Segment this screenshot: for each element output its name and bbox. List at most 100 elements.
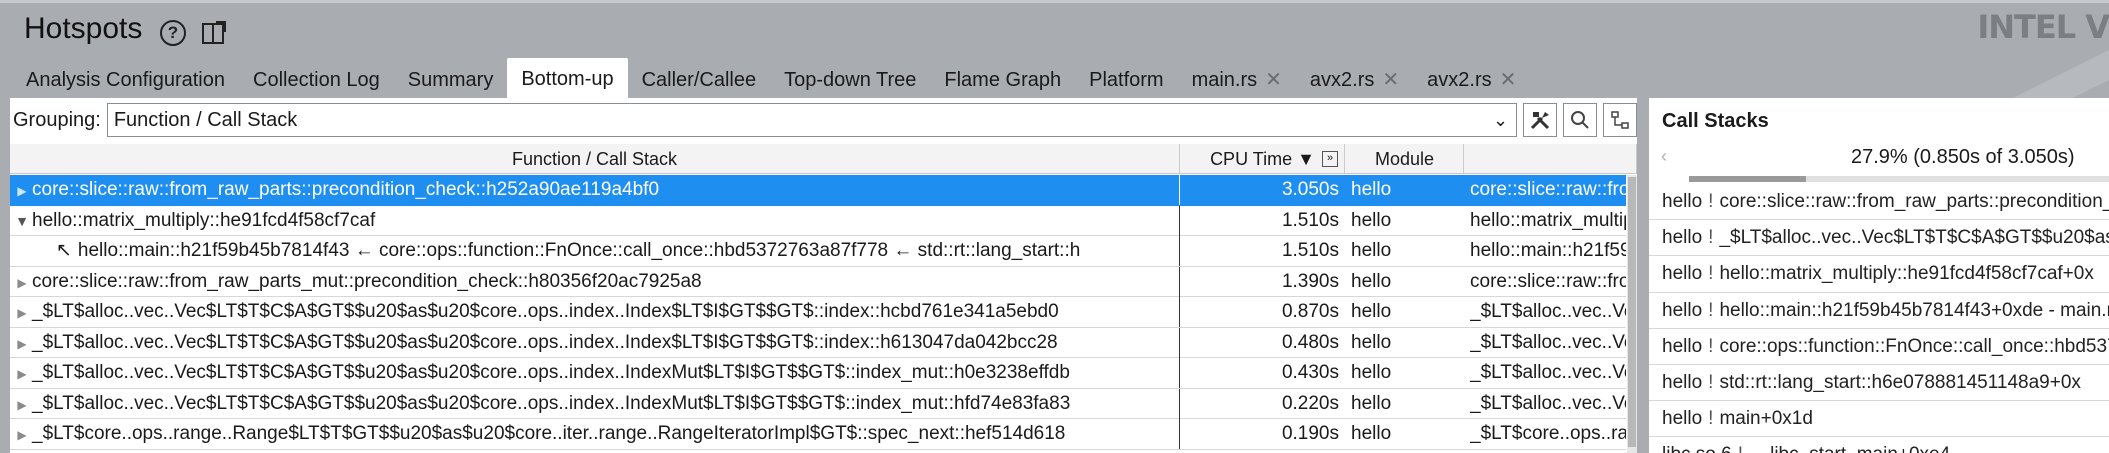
collapse-row-icon[interactable]: ▼ — [12, 206, 32, 236]
grouping-select[interactable]: Function / Call Stack ⌄ — [106, 103, 1518, 137]
search-button[interactable] — [1563, 103, 1598, 137]
close-tab-icon[interactable]: ✕ — [1265, 61, 1282, 99]
expand-row-icon[interactable]: ▶ — [12, 329, 32, 358]
call-stack-frame[interactable]: hello! main+0x1d — [1649, 401, 2109, 438]
tab-analysis-configuration[interactable]: Analysis Configuration — [12, 61, 239, 99]
function-cell: ▶ _$LT$alloc..vec..Vec$LT$T$C$A$GT$$u20$a… — [10, 388, 1180, 419]
source-function-cell: _$LT$alloc..vec..Vec$LT$T$C$A$GT$ — [1470, 392, 1626, 414]
call-stack-frame[interactable]: hello! std::rt::lang_start::h6e0788814511… — [1649, 365, 2109, 402]
function-cell: ▶ core::slice::raw::from_raw_parts_mut::p… — [10, 266, 1180, 297]
tab-bar: Analysis Configuration Collection Log Summ… — [12, 58, 1530, 99]
book-icon[interactable] — [201, 20, 227, 46]
caller-arrow-icon: ↖ — [56, 240, 72, 261]
module-cell: hello — [1351, 362, 1392, 383]
page-title: Hotspots — [24, 12, 143, 45]
tab-avx2-rs[interactable]: avx2.rs ✕ — [1413, 61, 1530, 99]
tab-collection-log[interactable]: Collection Log — [239, 61, 394, 99]
previous-stack-icon[interactable]: ‹ — [1661, 146, 1667, 167]
close-tab-icon[interactable]: ✕ — [1382, 61, 1399, 99]
frame-separator: ! — [1708, 371, 1714, 393]
tab-avx2-rs[interactable]: avx2.rs ✕ — [1296, 61, 1413, 99]
source-function-cell: core::slice::raw::from_raw_parts::precon… — [1470, 179, 1626, 200]
tab-top-down-tree[interactable]: Top-down Tree — [770, 61, 930, 99]
expand-row-icon[interactable]: ▶ — [12, 268, 32, 297]
cpu-time-header-label: CPU Time — [1210, 149, 1293, 169]
tab-platform[interactable]: Platform — [1075, 61, 1177, 99]
call-stack-frame[interactable]: hello! hello::matrix_multiply::he91fcd4f5… — [1649, 256, 2109, 293]
table-row[interactable]: ▶ _$LT$alloc..vec..Vec$LT$T$C$A$GT$$u20$a… — [10, 327, 1626, 358]
source-function-cell: hello::main::h21f59b45b7814f43 — [1470, 240, 1626, 261]
frame-module: hello — [1662, 408, 1703, 430]
tab-caller-callee[interactable]: Caller/Callee — [628, 61, 771, 99]
stack-contribution-bar — [1689, 176, 2109, 182]
expand-row-icon[interactable]: ▶ — [12, 359, 32, 388]
module-cell: hello — [1351, 331, 1392, 353]
table-row[interactable]: ▼ hello::matrix_multiply::he91fcd4f58cf7c… — [10, 205, 1626, 236]
table-scrollbar[interactable] — [1627, 175, 1637, 453]
tab-summary[interactable]: Summary — [394, 61, 508, 99]
tab-label: Collection Log — [253, 69, 380, 91]
cpu-time-cell: 1.390s — [1281, 270, 1339, 292]
scrollbar-thumb[interactable] — [1628, 177, 1636, 447]
table-row[interactable]: ▶ _$LT$alloc..vec..Vec$LT$T$C$A$GT$$u20$a… — [10, 358, 1626, 389]
frame-function: std::rt::lang_start::h6e078881451148a9+0… — [1719, 371, 2081, 393]
call-stack-frame[interactable]: hello! core::slice::raw::from_raw_parts::… — [1649, 184, 2109, 221]
source-function-cell: _$LT$alloc..vec..Vec$LT$T$C$A$GT$ — [1470, 362, 1626, 383]
table-row[interactable]: ▶ core::slice::raw::from_raw_parts_mut::p… — [10, 266, 1626, 297]
column-header-source-function[interactable] — [1465, 144, 1637, 174]
call-stacks-title: Call Stacks — [1662, 110, 1769, 132]
table-row[interactable]: ▶ _$LT$core..ops..range..Range$LT$T$GT$$u… — [10, 419, 1626, 450]
source-function-cell: _$LT$alloc..vec..Vec$LT$T$C$A$GT$ — [1470, 301, 1626, 322]
chevron-down-icon: ⌄ — [1492, 110, 1509, 130]
function-cell: ▶ core::slice::raw::from_raw_parts::preco… — [10, 175, 1180, 205]
tab-bottom-up[interactable]: Bottom-up — [507, 58, 628, 99]
view-settings-button[interactable] — [1523, 103, 1558, 137]
column-header-function[interactable]: Function / Call Stack — [10, 144, 1180, 174]
table-row[interactable]: ↖ hello::main::h21f59b45b7814f43 ← core::… — [10, 236, 1626, 267]
frame-function: hello::main::h21f59b45b7814f43+0xde - ma… — [1719, 299, 2109, 321]
frame-module: hello — [1662, 263, 1703, 285]
frame-function: hello::matrix_multiply::he91fcd4f58cf7ca… — [1719, 263, 2094, 285]
function-name: _$LT$alloc..vec..Vec$LT$T$C$A$GT$$u20$as… — [32, 301, 1059, 322]
call-stack-frame[interactable]: hello! hello::main::h21f59b45b7814f43+0xd… — [1649, 293, 2109, 329]
call-stack-frame[interactable]: hello! _$LT$alloc..vec..Vec$LT$T$C$A$GT$$… — [1649, 220, 2109, 257]
call-stack-mode-button[interactable] — [1603, 103, 1637, 137]
expand-row-icon[interactable]: ▶ — [12, 390, 32, 419]
column-header-module[interactable]: Module — [1346, 144, 1464, 174]
expand-columns-icon[interactable]: » — [1322, 151, 1338, 167]
table-row[interactable]: ▶ _$LT$alloc..vec..Vec$LT$T$C$A$GT$$u20$a… — [10, 388, 1626, 419]
call-stack-frame[interactable]: libc.so.6! __libc_start_main+0xe4 — [1649, 437, 2109, 453]
cpu-time-cell: 0.220s — [1281, 392, 1339, 414]
help-icon[interactable]: ? — [160, 20, 186, 46]
tab-label: avx2.rs — [1309, 69, 1375, 91]
close-tab-icon[interactable]: ✕ — [1500, 61, 1517, 99]
tab-label: Analysis Configuration — [26, 69, 225, 91]
table-row[interactable]: ▶ _$LT$alloc..vec..Vec$LT$T$C$A$GT$$u20$a… — [10, 297, 1626, 328]
frame-separator: ! — [1708, 335, 1714, 357]
function-cell: ▶ _$LT$core..ops..range..Range$LT$T$GT$$u… — [10, 419, 1180, 449]
source-function-cell: _$LT$alloc..vec..Vec$LT$T$C$A$GT$ — [1470, 331, 1626, 353]
expand-row-icon[interactable]: ▶ — [12, 420, 32, 449]
frame-separator: ! — [1708, 191, 1714, 212]
expand-row-icon[interactable]: ▶ — [12, 176, 32, 205]
table-row[interactable]: ▶ core::slice::raw::from_raw_parts::preco… — [10, 175, 1626, 206]
title-bar: Hotspots ? INTEL V — [0, 0, 2109, 140]
frame-module: hello — [1662, 191, 1703, 212]
frame-separator: ! — [1708, 408, 1714, 430]
function-cell: ▶ _$LT$alloc..vec..Vec$LT$T$C$A$GT$$u20$a… — [10, 358, 1180, 388]
tab-flame-graph[interactable]: Flame Graph — [930, 61, 1075, 99]
function-name: _$LT$core..ops..range..Range$LT$T$GT$$u2… — [32, 423, 1066, 444]
call-stack-frame[interactable]: hello! core::ops::function::FnOnce::call_… — [1649, 329, 2109, 365]
column-header-cpu-time[interactable]: CPU Time ▼ » — [1181, 144, 1345, 174]
tab-label: Platform — [1089, 69, 1164, 91]
expand-row-icon[interactable]: ▶ — [12, 298, 32, 327]
frame-function: main+0x1d — [1719, 408, 1813, 430]
tab-label: Summary — [407, 69, 494, 91]
function-cell: ▼ hello::matrix_multiply::he91fcd4f58cf7c… — [10, 205, 1180, 236]
source-function-cell: hello::matrix_multiply::he91fcd4f58cf7ca… — [1470, 209, 1626, 231]
module-cell: hello — [1351, 301, 1392, 322]
tab-label: Caller/Callee — [641, 69, 757, 91]
frame-function: core::slice::raw::from_raw_parts::precon… — [1719, 191, 2109, 212]
tab-label: Top-down Tree — [784, 69, 917, 91]
tab-main-rs[interactable]: main.rs ✕ — [1178, 61, 1296, 99]
